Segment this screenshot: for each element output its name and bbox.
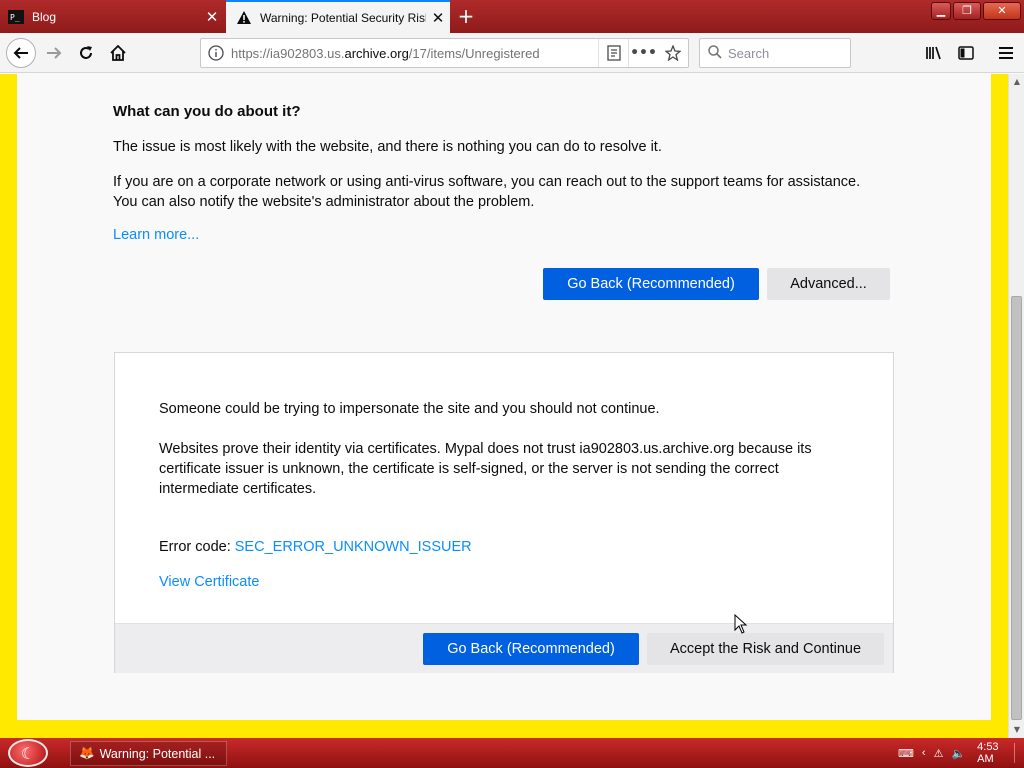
hamburger-icon [999,47,1013,59]
library-icon [926,46,941,60]
tab-strip: P_ Blog ✕ Warning: Potential Security Ri… [0,0,1024,33]
learn-more-link[interactable]: Learn more... [113,227,199,243]
certificate-explanation: Websites prove their identity via certif… [159,439,849,499]
mouse-cursor-icon [734,614,748,634]
close-tab-icon[interactable]: ✕ [200,8,224,26]
error-code-line: Error code: SEC_ERROR_UNKNOWN_ISSUER [159,539,472,555]
tab-security-warning[interactable]: Warning: Potential Security Risk Ahead ✕ [226,0,450,33]
minimize-button[interactable]: ▁ [931,2,951,20]
crescent-star-logo-icon: ☾ [20,743,36,763]
advanced-button[interactable]: Advanced... [767,268,890,300]
cert-explanation-line-3: intermediate certificates. [159,481,317,497]
network-warning-icon[interactable]: ⚠ [934,747,944,760]
corporate-line-1: If you are on a corporate network or usi… [113,174,861,190]
advanced-panel: Someone could be trying to impersonate t… [114,352,894,673]
show-desktop-button[interactable] [1014,743,1020,763]
browser-icon: 🦊 [79,746,95,760]
reader-view-icon[interactable] [598,39,628,67]
terminal-icon: P_ [8,9,24,25]
info-icon[interactable] [201,45,231,61]
content-highlight-frame: What can you do about it? The issue is m… [0,74,1008,738]
forward-button[interactable] [40,39,68,67]
go-back-button-secondary[interactable]: Go Back (Recommended) [423,633,639,665]
maximize-button[interactable]: ❐ [953,2,981,20]
reload-icon [80,46,92,59]
bookmark-star-icon[interactable] [658,39,688,67]
url-text[interactable]: https://ia902803.us.archive.org/17/items… [231,46,598,61]
clock[interactable]: 4:53 AM [977,741,1016,765]
close-tab-icon[interactable]: ✕ [426,9,450,27]
chevron-left-icon[interactable]: ‹ [922,747,926,759]
menu-button[interactable] [992,39,1020,67]
cert-explanation-line-2: certificate issuer is unknown, the certi… [159,461,779,477]
error-code-link[interactable]: SEC_ERROR_UNKNOWN_ISSUER [235,539,472,555]
sidebar-button[interactable] [952,39,980,67]
home-button[interactable] [104,39,132,67]
cert-explanation-line-1: Websites prove their identity via certif… [159,441,812,457]
tab-blog[interactable]: P_ Blog ✕ [0,0,224,33]
reload-button[interactable] [72,39,100,67]
taskbar-window-item[interactable]: 🦊 Warning: Potential ... [70,741,227,766]
tab-title: Blog [32,9,57,24]
advanced-panel-footer: Go Back (Recommended) Accept the Risk an… [115,623,893,673]
navigation-toolbar: https://ia902803.us.archive.org/17/items… [0,33,1024,73]
url-host: archive.org [344,45,409,61]
vertical-scrollbar[interactable]: ▲ ▼ [1008,74,1024,738]
error-page: What can you do about it? The issue is m… [17,74,991,720]
corporate-paragraph: If you are on a corporate network or usi… [113,172,893,212]
close-window-button[interactable]: ✕ [983,2,1021,20]
library-button[interactable] [920,39,948,67]
search-input[interactable] [728,45,838,61]
sidebar-icon [958,46,974,60]
issue-paragraph: The issue is most likely with the websit… [113,139,662,155]
view-certificate-link[interactable]: View Certificate [159,574,259,590]
url-prefix: https://ia902803.us. [231,45,345,61]
arrow-right-icon [47,47,62,59]
accept-risk-button[interactable]: Accept the Risk and Continue [647,633,884,665]
impersonate-warning-text: Someone could be trying to impersonate t… [159,401,660,417]
scroll-down-arrow-icon[interactable]: ▼ [1009,722,1024,738]
url-bar[interactable]: https://ia902803.us.archive.org/17/items… [200,38,689,68]
warning-triangle-icon [236,10,252,26]
start-button[interactable]: ☾ [8,739,48,767]
tab-title: Warning: Potential Security Risk Ahead [260,10,426,25]
back-button[interactable] [6,38,36,68]
taskbar: ☾ 🦊 Warning: Potential ... ⌨ ‹ ⚠ 🔈 4:53 … [0,738,1024,768]
taskbar-window-title: Warning: Potential ... [99,746,216,761]
new-tab-button[interactable]: + [452,2,480,30]
search-bar[interactable] [699,38,851,68]
corporate-line-2: You can also notify the website's admini… [113,194,535,210]
section-heading: What can you do about it? [113,103,301,120]
page-actions-icon[interactable]: ••• [628,39,658,67]
keyboard-icon[interactable]: ⌨ [898,747,914,760]
volume-icon[interactable]: 🔈 [951,747,965,760]
error-code-label: Error code: [159,539,231,555]
system-tray: ⌨ ‹ ⚠ 🔈 4:53 AM [898,738,1024,768]
home-icon [110,45,126,61]
arrow-left-icon [13,47,28,59]
scrollbar-thumb[interactable] [1011,296,1022,720]
url-suffix: /17/items/Unregistered [408,45,540,61]
svg-text:P_: P_ [10,13,20,22]
search-icon [708,44,722,63]
scroll-up-arrow-icon[interactable]: ▲ [1009,74,1024,90]
go-back-button[interactable]: Go Back (Recommended) [543,268,759,300]
